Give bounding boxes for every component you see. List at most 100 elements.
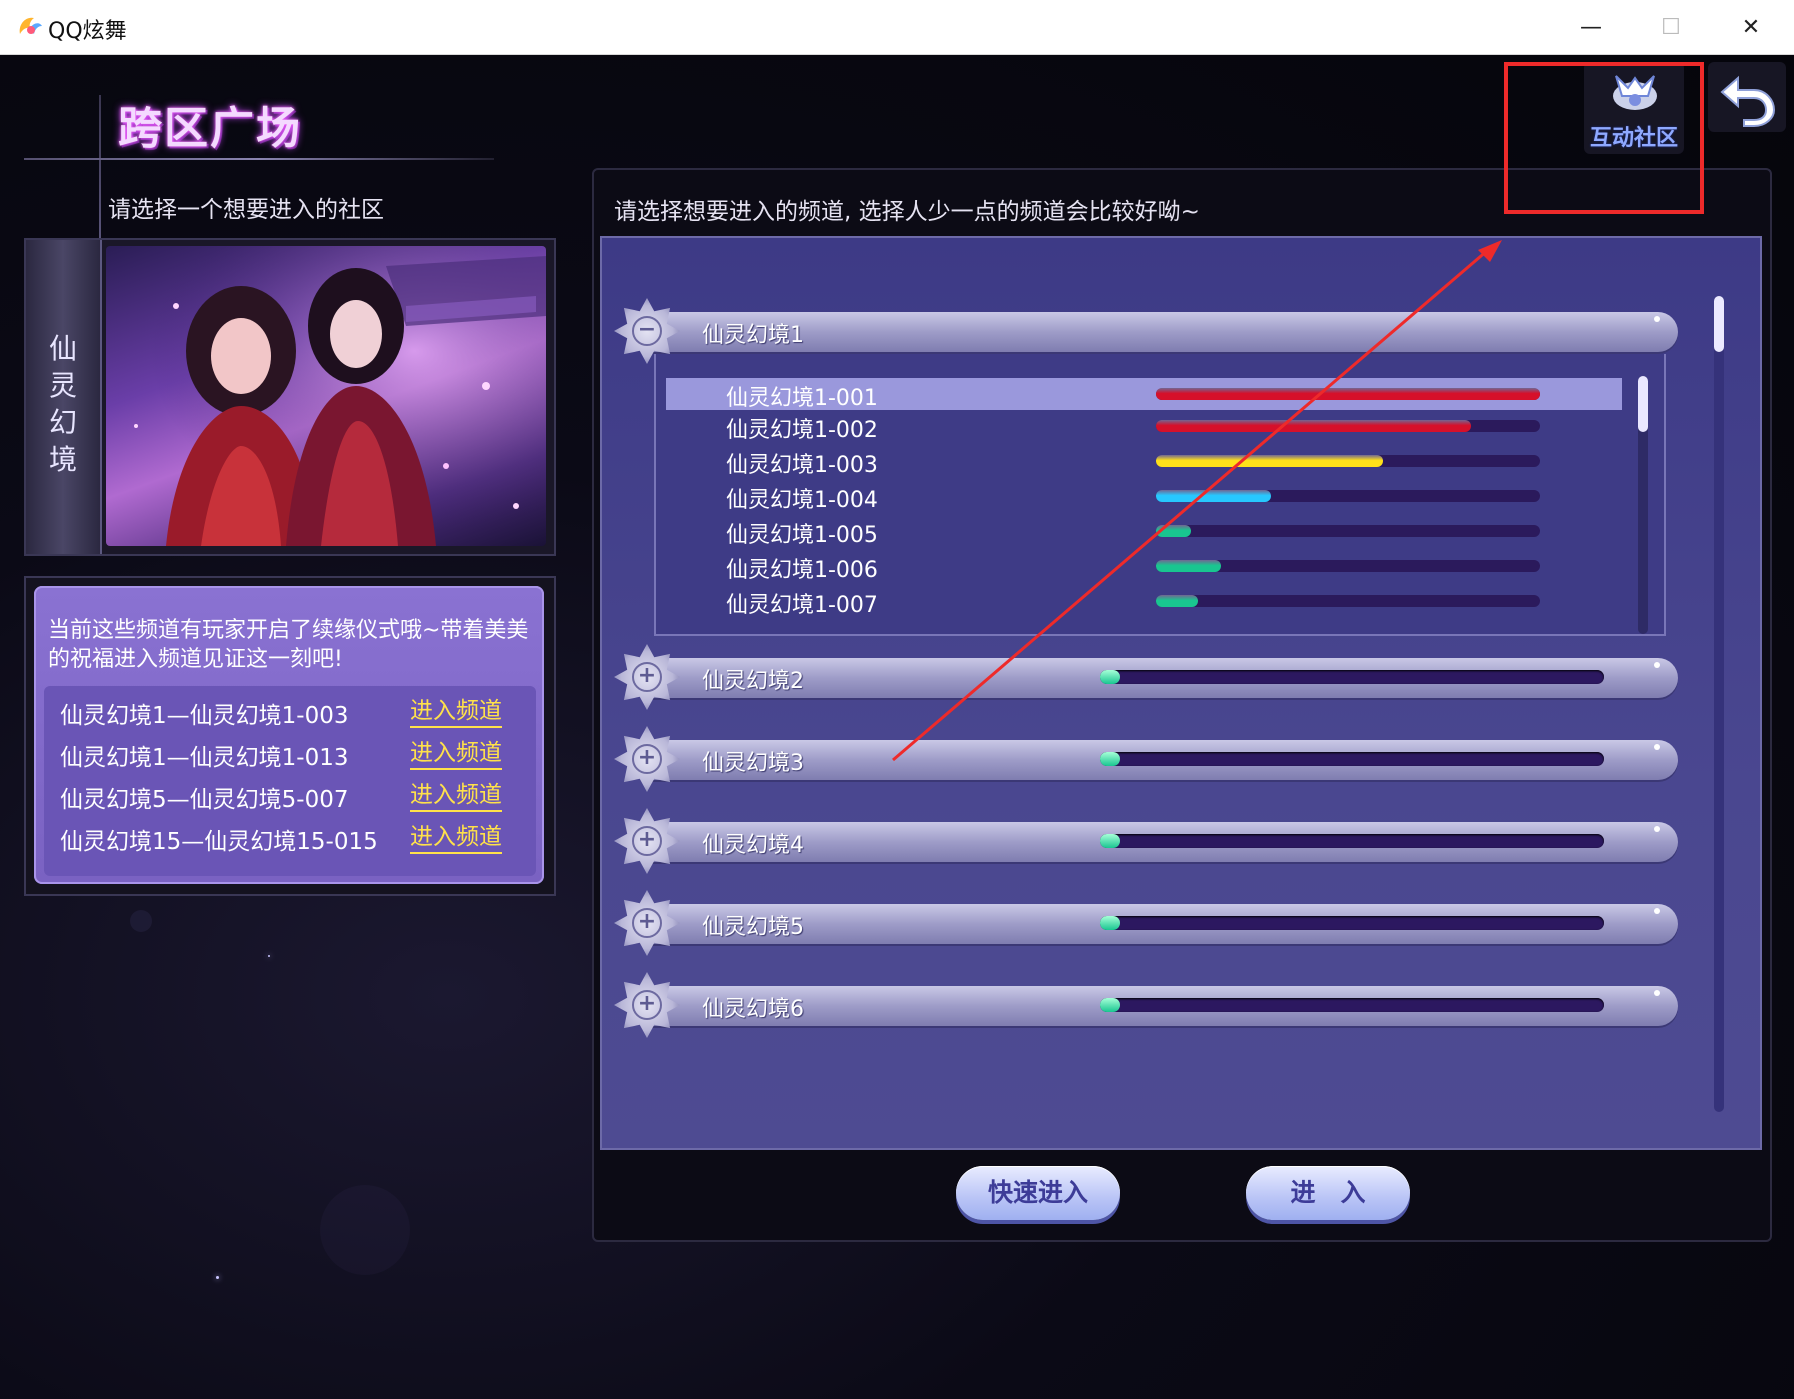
app-logo-icon [19,17,42,34]
subchannel-row[interactable]: 仙灵幻境1-002 [666,410,1622,443]
star-sparkle [216,1276,219,1279]
subchannel-row[interactable]: 仙灵幻境1-001 [666,378,1622,411]
enter-channel-link[interactable]: 进入频道 [410,822,502,854]
subchannel-row[interactable]: 仙灵幻境1-005 [666,515,1622,548]
community-tab[interactable]: 仙灵幻境 [26,240,102,554]
expand-icon[interactable]: + [614,972,680,1038]
subchannel-scrollbar[interactable] [1638,376,1648,634]
subchannel-name: 仙灵幻境1-007 [726,593,878,618]
channel-group-name: 仙灵幻境3 [702,751,804,776]
bar-shine [1654,316,1660,322]
subchannel-row[interactable]: 仙灵幻境1-007 [666,585,1622,618]
ceremony-notice: 当前这些频道有玩家开启了续缘仪式哦~带着美美的祝福进入频道见证这一刻吧! 仙灵幻… [34,586,544,884]
minimize-button[interactable]: — [1556,0,1626,54]
subchannel-scroll-thumb[interactable] [1638,376,1648,432]
channel-group[interactable]: + 仙灵幻境3 [614,726,1678,792]
notice-channel-name: 仙灵幻境5—仙灵幻境5-007 [60,787,349,813]
notice-channel-name: 仙灵幻境1—仙灵幻境1-013 [60,745,349,771]
subchannel-load-fill [1156,490,1272,502]
close-icon: ✕ [1741,14,1761,40]
channel-group[interactable]: + 仙灵幻境2 [614,644,1678,710]
annotation-highlight-box [1504,62,1704,214]
channel-group[interactable]: + 仙灵幻境6 [614,972,1678,1038]
bar-shine [1654,826,1660,832]
subchannel-load-track [1156,490,1540,502]
enter-channel-link[interactable]: 进入频道 [410,696,502,728]
expand-icon[interactable]: + [614,726,680,792]
subchannel-name: 仙灵幻境1-003 [726,453,878,478]
notice-item: 仙灵幻境1—仙灵幻境1-013 进入频道 [60,738,530,774]
enter-channel-link[interactable]: 进入频道 [410,738,502,770]
page-subtitle: 请选择一个想要进入的社区 [108,197,384,223]
subchannel-load-fill [1156,560,1222,572]
group-load-track [1100,916,1604,930]
star-sparkle [268,955,270,957]
group-load-fill [1100,670,1121,684]
subchannel-name: 仙灵幻境1-001 [726,386,878,411]
page-title: 跨区广场 [118,103,302,154]
expand-icon[interactable]: + [614,890,680,956]
header-divider-horizontal [24,158,494,160]
app-window: QQ炫舞 — ☐ ✕ 跨区广场 请选择一个想要进入的社区 仙灵幻境 当前这些频道… [0,0,1794,1399]
bar-shine [1654,744,1660,750]
ceremony-notice-panel: 当前这些频道有玩家开启了续缘仪式哦~带着美美的祝福进入频道见证这一刻吧! 仙灵幻… [24,576,556,896]
group-load-fill [1100,998,1121,1012]
channel-group-name: 仙灵幻境4 [702,833,804,858]
group-load-fill [1100,916,1121,930]
notice-item: 仙灵幻境5—仙灵幻境5-007 进入频道 [60,780,530,816]
channel-group-name: 仙灵幻境2 [702,669,804,694]
group-load-track [1100,752,1604,766]
enter-button[interactable]: 进 入 [1246,1166,1410,1220]
group-load-fill [1100,834,1121,848]
subchannel-row[interactable]: 仙灵幻境1-003 [666,445,1622,478]
quick-enter-button[interactable]: 快速进入 [956,1166,1120,1220]
subchannel-row[interactable]: 仙灵幻境1-006 [666,550,1622,583]
subchannel-load-fill [1156,455,1383,467]
subchannel-name: 仙灵幻境1-005 [726,523,878,548]
back-button[interactable] [1708,62,1786,132]
community-name: 仙灵幻境 [48,332,77,476]
channel-scroll-thumb[interactable] [1714,296,1724,352]
notice-channel-list: 仙灵幻境1—仙灵幻境1-003 进入频道 仙灵幻境1—仙灵幻境1-013 进入频… [44,686,536,876]
subchannel-load-fill [1156,525,1191,537]
minimize-icon: — [1580,14,1602,40]
group-load-track [1100,998,1604,1012]
group-load-track [1100,834,1604,848]
subchannel-name: 仙灵幻境1-006 [726,558,878,583]
community-banner-image [106,246,546,546]
maximize-icon: ☐ [1661,14,1681,40]
channel-scrollbar[interactable] [1714,296,1724,1112]
bar-shine [1654,662,1660,668]
bokeh-dot [130,910,152,932]
window-title: QQ炫舞 [48,19,127,44]
notice-message: 当前这些频道有玩家开启了续缘仪式哦~带着美美的祝福进入频道见证这一刻吧! [48,618,529,672]
notice-channel-name: 仙灵幻境15—仙灵幻境15-015 [60,829,378,855]
maximize-button[interactable]: ☐ [1636,0,1706,54]
close-button[interactable]: ✕ [1716,0,1786,54]
banner-illustration [106,246,546,546]
expand-icon[interactable]: + [614,808,680,874]
enter-channel-link[interactable]: 进入频道 [410,780,502,812]
subchannel-load-track [1156,560,1540,572]
expand-icon[interactable]: + [614,644,680,710]
subchannel-load-track [1156,420,1540,432]
subchannel-load-track [1156,595,1540,607]
title-bar: QQ炫舞 — ☐ ✕ [0,0,1794,55]
subchannel-name: 仙灵幻境1-004 [726,488,878,513]
community-card[interactable]: 仙灵幻境 [24,238,556,556]
subchannel-row[interactable]: 仙灵幻境1-004 [666,480,1622,513]
channel-group-name: 仙灵幻境5 [702,915,804,940]
channel-group-name: 仙灵幻境6 [702,997,804,1022]
channel-group-name: 仙灵幻境1 [702,323,804,348]
subchannel-load-track [1156,455,1540,467]
channel-group[interactable]: + 仙灵幻境5 [614,890,1678,956]
channel-group[interactable]: − 仙灵幻境1 [614,298,1678,364]
channel-hint: 请选择想要进入的频道, 选择人少一点的频道会比较好呦~ [614,199,1200,225]
subchannel-list: 仙灵幻境1-001 仙灵幻境1-002 仙灵幻境1-003 仙灵幻境1-004 … [654,354,1666,636]
back-arrow-icon [1720,75,1776,127]
bar-shine [1654,908,1660,914]
bokeh-dot [320,1185,410,1275]
group-load-track [1100,670,1604,684]
channel-group[interactable]: + 仙灵幻境4 [614,808,1678,874]
bar-shine [1654,990,1660,996]
